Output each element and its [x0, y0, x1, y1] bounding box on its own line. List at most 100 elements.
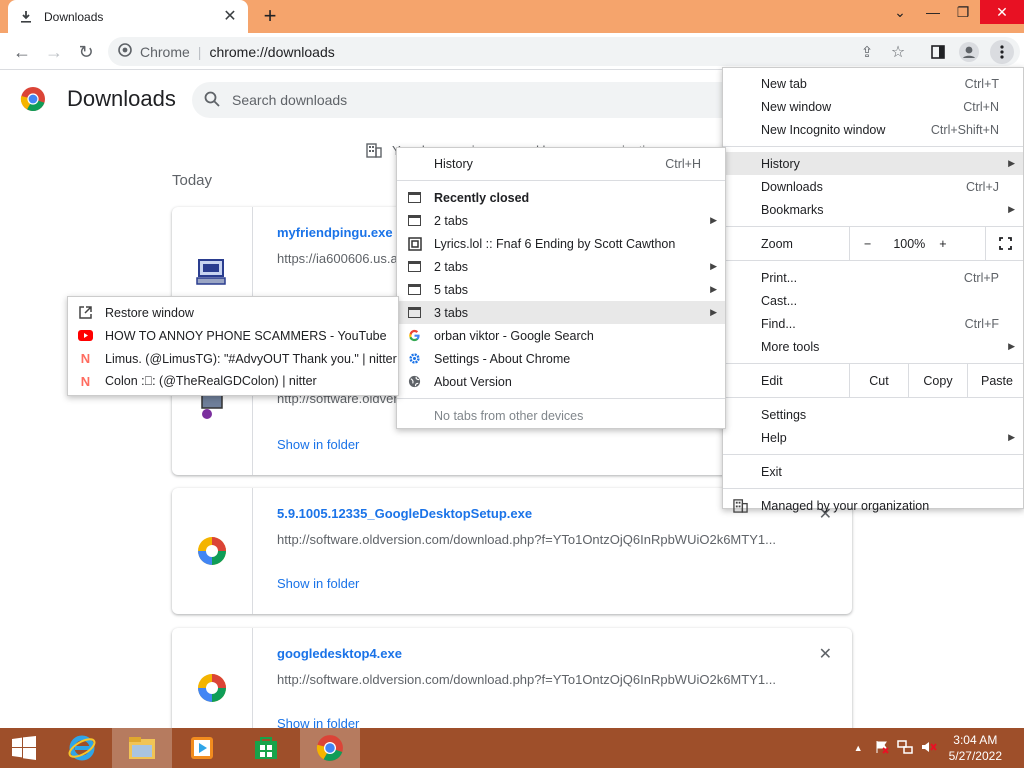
volume-muted-icon[interactable] [921, 740, 937, 757]
history-item-tabs[interactable]: 5 tabs ▶ [397, 278, 725, 301]
site-label: Chrome [140, 43, 190, 60]
closed-tab-item[interactable]: N Colon :⎕: (@TheRealGDColon) | nitter [68, 370, 398, 393]
menu-new-incognito[interactable]: New Incognito window Ctrl+Shift+N [723, 118, 1023, 141]
submenu-arrow-icon: ▶ [1008, 158, 1015, 168]
restore-window[interactable]: Restore window [68, 301, 398, 324]
side-panel-icon[interactable] [926, 40, 950, 64]
store-icon[interactable] [236, 728, 296, 768]
download-icon [18, 9, 34, 25]
menu-edit: Edit Cut Copy Paste [723, 364, 1023, 397]
paste-button[interactable]: Paste [967, 364, 1024, 397]
remove-item-icon[interactable]: ✕ [819, 644, 832, 664]
back-button[interactable]: ← [10, 40, 34, 64]
history-item-page[interactable]: Settings - About Chrome [397, 347, 725, 370]
media-player-icon[interactable] [172, 728, 232, 768]
profile-avatar[interactable] [957, 40, 981, 64]
close-window-button[interactable]: ✕ [980, 0, 1024, 24]
google-icon [407, 328, 422, 343]
tab-close-icon[interactable]: ✕ [222, 8, 238, 25]
menu-find[interactable]: Find... Ctrl+F [723, 312, 1023, 335]
submenu-arrow-icon: ▶ [710, 215, 717, 225]
file-explorer-icon[interactable] [112, 728, 172, 768]
history-item-tabs[interactable]: 3 tabs ▶ [397, 301, 725, 324]
bookmark-star-icon[interactable]: ☆ [886, 40, 910, 64]
youtube-icon [78, 328, 93, 343]
action-center-flag-icon[interactable] [875, 740, 889, 757]
menu-divider [723, 260, 1023, 261]
share-icon[interactable]: ⇪ [855, 40, 879, 64]
kebab-menu-icon[interactable] [990, 40, 1014, 64]
fullscreen-icon[interactable] [984, 227, 1024, 260]
menu-new-tab[interactable]: New tab Ctrl+T [723, 72, 1023, 95]
building-icon [366, 143, 382, 158]
menu-divider [723, 146, 1023, 147]
search-downloads[interactable] [192, 82, 792, 118]
menu-downloads[interactable]: Downloads Ctrl+J [723, 175, 1023, 198]
menu-history[interactable]: History ▶ [723, 152, 1023, 175]
show-in-folder-link[interactable]: Show in folder [277, 437, 359, 452]
show-hidden-icons-icon[interactable]: ▲ [854, 743, 863, 753]
window-icon [407, 259, 422, 274]
menu-divider [397, 398, 725, 399]
menu-help[interactable]: Help ▶ [723, 426, 1023, 449]
google-desktop-icon [198, 537, 226, 565]
address-bar[interactable]: Chrome | chrome://downloads [108, 37, 1020, 66]
history-item-history[interactable]: History Ctrl+H [397, 152, 725, 175]
clock-date: 5/27/2022 [948, 749, 1002, 763]
show-in-folder-link[interactable]: Show in folder [277, 576, 359, 591]
menu-exit[interactable]: Exit [723, 460, 1023, 483]
reload-button[interactable]: ↻ [74, 40, 98, 64]
search-input[interactable] [232, 92, 712, 108]
zoom-out-button[interactable]: − [864, 237, 871, 251]
start-button[interactable] [0, 728, 48, 768]
history-item-page[interactable]: orban viktor - Google Search [397, 324, 725, 347]
menu-divider [397, 180, 725, 181]
forward-button[interactable]: → [42, 40, 66, 64]
file-name-link[interactable]: googledesktop4.exe [277, 646, 402, 661]
file-name-link[interactable]: myfriendpingu.exe [277, 225, 393, 240]
history-item-page[interactable]: Lyrics.lol :: Fnaf 6 Ending by Scott Caw… [397, 232, 725, 255]
zoom-in-button[interactable]: + [939, 237, 946, 251]
taskbar-clock[interactable]: 3:04 AM 5/27/2022 [949, 732, 1002, 764]
minimize-button[interactable]: — [918, 0, 948, 24]
window-icon [407, 305, 422, 320]
cut-button[interactable]: Cut [849, 364, 908, 397]
tab-search-icon[interactable]: ⌄ [886, 0, 914, 24]
closed-tab-item[interactable]: HOW TO ANNOY PHONE SCAMMERS - YouTube [68, 324, 398, 347]
history-item-page[interactable]: About Version [397, 370, 725, 393]
globe-icon [407, 374, 422, 389]
chrome-taskbar-icon[interactable] [300, 728, 360, 768]
date-header: Today [172, 172, 213, 189]
copy-button[interactable]: Copy [908, 364, 967, 397]
window-submenu: Restore window HOW TO ANNOY PHONE SCAMME… [67, 296, 399, 396]
settings-gear-icon [407, 351, 422, 366]
google-desktop-icon [198, 674, 226, 702]
menu-new-window[interactable]: New window Ctrl+N [723, 95, 1023, 118]
menu-cast[interactable]: Cast... [723, 289, 1023, 312]
closed-tab-item[interactable]: N Limus. (@LimusTG): "#AdvyOUT Thank you.… [68, 347, 398, 370]
system-tray: ▲ 3:04 AM 5/27/2022 [854, 728, 1024, 768]
tab-downloads[interactable]: Downloads ✕ [8, 0, 248, 33]
internet-explorer-icon[interactable] [52, 728, 112, 768]
menu-settings[interactable]: Settings [723, 403, 1023, 426]
menu-managed[interactable]: Managed by your organization [723, 494, 1023, 517]
recently-closed-header: Recently closed [397, 186, 725, 209]
menu-bookmarks[interactable]: Bookmarks ▶ [723, 198, 1023, 221]
nitter-icon: N [80, 351, 91, 366]
file-url[interactable]: http://software.oldversion.com/download.… [277, 672, 797, 687]
new-tab-button[interactable]: + [258, 5, 282, 29]
toolbar: ← → ↻ Chrome | chrome://downloads ⇪ ☆ [0, 33, 1024, 70]
submenu-arrow-icon: ▶ [710, 307, 717, 317]
file-url[interactable]: http://software.oldversion.com/download.… [277, 532, 797, 547]
restore-button[interactable]: ❐ [948, 0, 978, 24]
zoom-level: 100% [893, 236, 926, 251]
file-name-link[interactable]: 5.9.1005.12335_GoogleDesktopSetup.exe [277, 506, 532, 521]
menu-divider [723, 454, 1023, 455]
building-icon [733, 498, 748, 516]
history-item-tabs[interactable]: 2 tabs ▶ [397, 209, 725, 232]
menu-more-tools[interactable]: More tools ▶ [723, 335, 1023, 358]
tab-title: Downloads [44, 9, 104, 24]
network-icon[interactable] [896, 739, 913, 757]
history-item-tabs[interactable]: 2 tabs ▶ [397, 255, 725, 278]
menu-print[interactable]: Print... Ctrl+P [723, 266, 1023, 289]
